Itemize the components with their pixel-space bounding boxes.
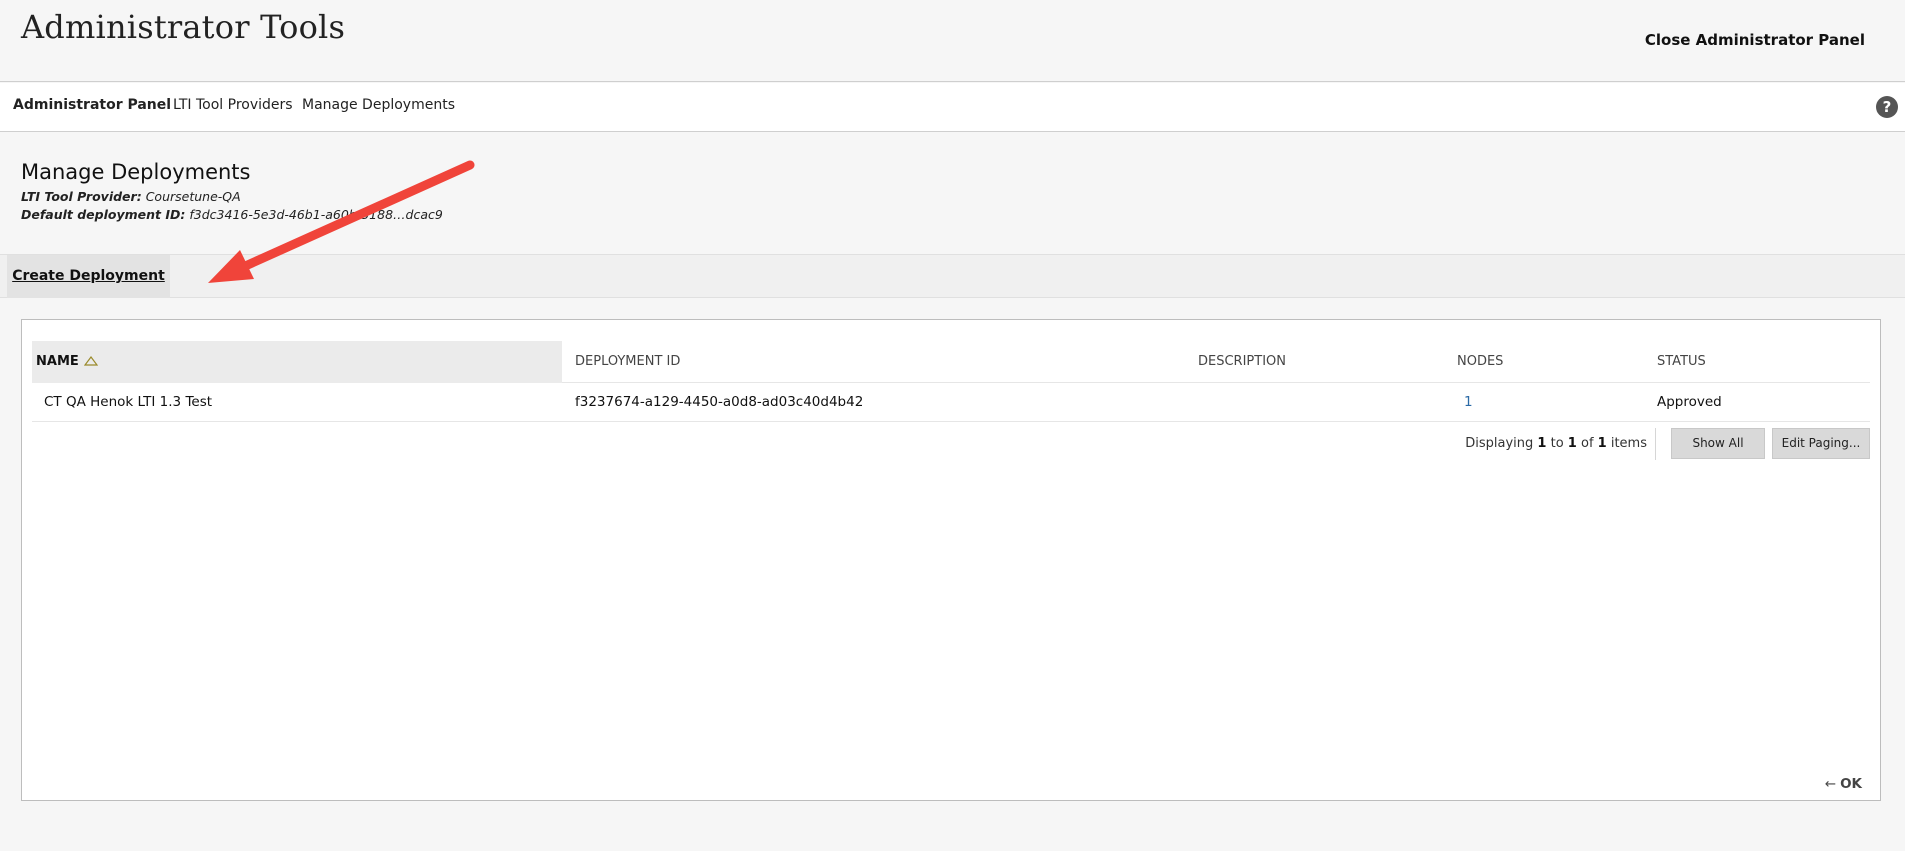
paging-total: 1: [1597, 436, 1607, 451]
page-title: Administrator Tools: [21, 8, 346, 46]
column-header-description: DESCRIPTION: [1198, 354, 1286, 369]
paging-suffix: items: [1610, 436, 1647, 451]
table-row: CT QA Henok LTI 1.3 Test f3237674-a129-4…: [32, 383, 1870, 422]
breadcrumb-manage-deployments[interactable]: Manage Deployments: [302, 97, 455, 113]
deployment-nodes-link[interactable]: 1: [1464, 383, 1473, 422]
column-header-name[interactable]: NAME: [32, 341, 562, 383]
create-deployment-button[interactable]: Create Deployment: [7, 255, 170, 298]
table-header: NAME DEPLOYMENT ID DESCRIPTION NODES STA…: [32, 341, 1870, 383]
paging-summary: Displaying 1 to 1 of 1 items: [1465, 428, 1656, 460]
default-deployment-id-line: Default deployment ID: f3dc3416-5e3d-46b…: [21, 207, 443, 222]
sort-ascending-icon: [83, 356, 98, 366]
deployment-name[interactable]: CT QA Henok LTI 1.3 Test: [44, 383, 212, 422]
paging-bar: Displaying 1 to 1 of 1 items Show All Ed…: [32, 428, 1870, 460]
ok-label: OK: [1840, 776, 1862, 792]
tool-provider-line: LTI Tool Provider: Coursetune-QA: [21, 189, 241, 204]
default-deployment-id-label: Default deployment ID:: [21, 207, 186, 222]
edit-paging-button[interactable]: Edit Paging...: [1772, 428, 1870, 459]
paging-to-word: to: [1550, 436, 1564, 451]
paging-to: 1: [1567, 436, 1577, 451]
column-header-deployment-id: DEPLOYMENT ID: [575, 354, 681, 369]
paging-from: 1: [1537, 436, 1547, 451]
deployment-id: f3237674-a129-4450-a0d8-ad03c40d4b42: [575, 394, 864, 410]
column-header-nodes: NODES: [1457, 354, 1504, 369]
deployments-panel: NAME DEPLOYMENT ID DESCRIPTION NODES STA…: [21, 319, 1881, 801]
default-deployment-id-value: f3dc3416-5e3d-46b1-a60b-5188…dcac9: [189, 207, 443, 222]
column-header-status: STATUS: [1657, 354, 1706, 369]
ok-button[interactable]: ← OK: [1825, 776, 1862, 792]
paging-prefix: Displaying: [1465, 436, 1534, 451]
section-title: Manage Deployments: [21, 160, 251, 184]
show-all-button[interactable]: Show All: [1671, 428, 1765, 459]
action-bar: Create Deployment: [0, 254, 1905, 298]
breadcrumb: Administrator Panel LTI Tool Providers M…: [0, 83, 1905, 132]
breadcrumb-lti-tool-providers[interactable]: LTI Tool Providers: [173, 97, 293, 113]
help-icon[interactable]: ?: [1876, 96, 1898, 118]
paging-of-word: of: [1580, 436, 1594, 451]
tool-provider-label: LTI Tool Provider:: [21, 189, 142, 204]
breadcrumb-administrator-panel[interactable]: Administrator Panel: [13, 97, 171, 113]
top-header: Administrator Tools Close Administrator …: [0, 0, 1905, 82]
back-arrow-icon: ←: [1824, 776, 1837, 792]
tool-provider-value: Coursetune-QA: [145, 189, 241, 204]
deployment-status: Approved: [1657, 394, 1722, 410]
column-header-name-label: NAME: [36, 354, 79, 369]
close-administrator-panel-link[interactable]: Close Administrator Panel: [1645, 31, 1865, 49]
